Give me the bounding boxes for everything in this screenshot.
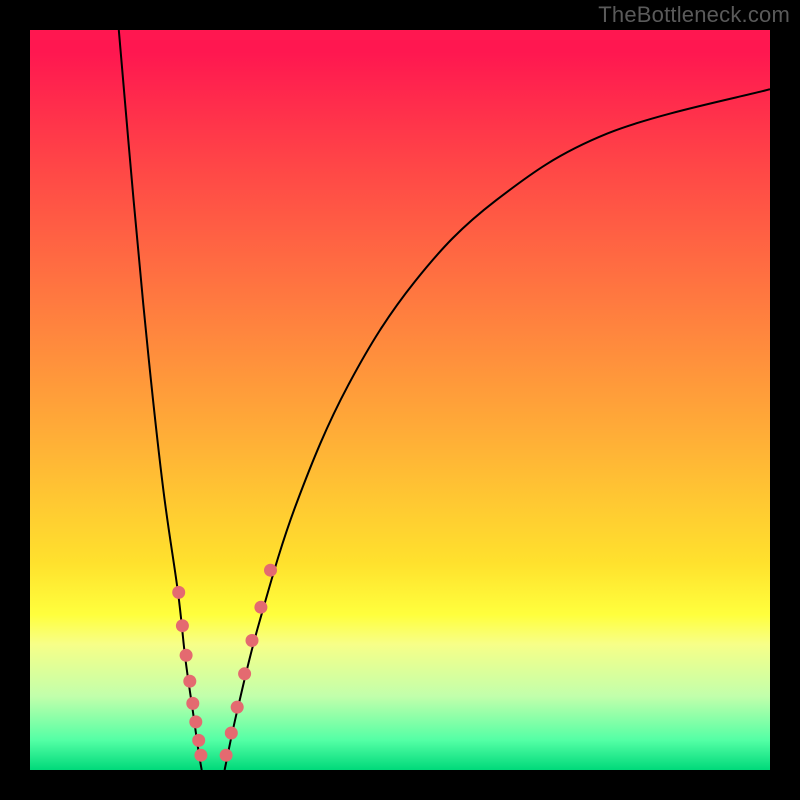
data-markers <box>172 564 277 762</box>
data-marker <box>189 715 202 728</box>
data-marker <box>238 667 251 680</box>
plot-area <box>30 30 770 770</box>
watermark-text: TheBottleneck.com <box>598 2 790 28</box>
chart-frame: TheBottleneck.com <box>0 0 800 800</box>
data-marker <box>231 701 244 714</box>
data-marker <box>192 734 205 747</box>
data-marker <box>220 749 233 762</box>
data-marker <box>183 675 196 688</box>
data-marker <box>180 649 193 662</box>
right-curve <box>225 89 770 770</box>
data-marker <box>186 697 199 710</box>
curves-layer <box>30 30 770 770</box>
data-marker <box>254 601 267 614</box>
data-marker <box>246 634 259 647</box>
data-marker <box>194 749 207 762</box>
data-marker <box>172 586 185 599</box>
data-marker <box>225 727 238 740</box>
data-marker <box>176 619 189 632</box>
data-marker <box>264 564 277 577</box>
